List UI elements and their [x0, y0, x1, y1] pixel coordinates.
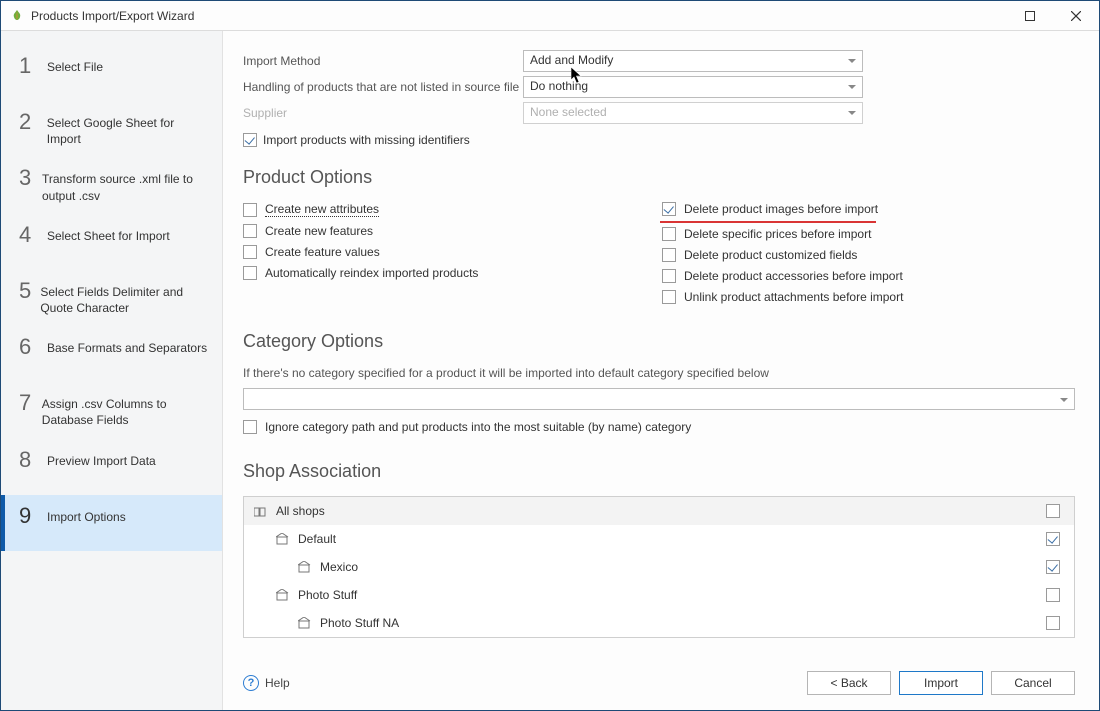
step-4[interactable]: 4 Select Sheet for Import — [1, 214, 222, 270]
cancel-button[interactable]: Cancel — [991, 671, 1075, 695]
checkbox-icon[interactable] — [243, 245, 257, 259]
step-8[interactable]: 8 Preview Import Data — [1, 439, 222, 495]
footer: ? Help < Back Import Cancel — [223, 656, 1099, 710]
default-category-dropdown[interactable] — [243, 388, 1075, 410]
checkbox-icon[interactable] — [1046, 560, 1060, 574]
import-missing-ids-option[interactable]: Import products with missing identifiers — [243, 133, 1075, 147]
back-button[interactable]: < Back — [807, 671, 891, 695]
app-icon — [9, 8, 25, 24]
shop-icon — [298, 561, 312, 573]
step-6[interactable]: 6 Base Formats and Separators — [1, 326, 222, 382]
product-options-header: Product Options — [243, 167, 1075, 188]
checkbox-icon[interactable] — [662, 227, 676, 241]
shop-group-icon — [254, 505, 268, 517]
highlight-underline — [660, 221, 876, 223]
shop-association-header: Shop Association — [243, 461, 1075, 482]
step-7[interactable]: 7 Assign .csv Columns to Database Fields — [1, 382, 222, 438]
shop-tree: All shops Default — [243, 496, 1075, 638]
shop-row-photo-na[interactable]: Photo Stuff NA — [244, 609, 1074, 637]
opt-auto-reindex[interactable]: Automatically reindex imported products — [243, 266, 656, 280]
checkbox-icon[interactable] — [243, 133, 257, 147]
shop-row-mexico[interactable]: Mexico — [244, 553, 1074, 581]
wizard-steps-sidebar: 1 Select File 2 Select Google Sheet for … — [1, 31, 223, 710]
main-panel: Import Method Add and Modify Handling of… — [223, 31, 1099, 710]
checkbox-icon[interactable] — [1046, 504, 1060, 518]
chevron-down-icon — [848, 59, 856, 63]
checkbox-icon[interactable] — [662, 290, 676, 304]
opt-create-feature-values[interactable]: Create feature values — [243, 245, 656, 259]
title-bar: Products Import/Export Wizard — [1, 1, 1099, 31]
checkbox-icon[interactable] — [1046, 532, 1060, 546]
maximize-button[interactable] — [1007, 1, 1053, 31]
import-method-label: Import Method — [243, 54, 523, 68]
opt-delete-images[interactable]: Delete product images before import — [662, 202, 1075, 216]
shop-row-all[interactable]: All shops — [244, 497, 1074, 525]
step-1[interactable]: 1 Select File — [1, 45, 222, 101]
close-button[interactable] — [1053, 1, 1099, 31]
shop-icon — [298, 617, 312, 629]
checkbox-icon[interactable] — [662, 269, 676, 283]
handling-label: Handling of products that are not listed… — [243, 80, 523, 94]
opt-delete-accessories[interactable]: Delete product accessories before import — [662, 269, 1075, 283]
chevron-down-icon — [848, 85, 856, 89]
checkbox-icon[interactable] — [1046, 588, 1060, 602]
step-5[interactable]: 5 Select Fields Delimiter and Quote Char… — [1, 270, 222, 326]
checkbox-icon[interactable] — [662, 248, 676, 262]
supplier-label: Supplier — [243, 106, 523, 120]
shop-icon — [276, 589, 290, 601]
shop-icon — [276, 533, 290, 545]
step-3[interactable]: 3 Transform source .xml file to output .… — [1, 157, 222, 213]
opt-create-new-features[interactable]: Create new features — [243, 224, 656, 238]
opt-ignore-category-path[interactable]: Ignore category path and put products in… — [243, 420, 1075, 434]
import-method-dropdown[interactable]: Add and Modify — [523, 50, 863, 72]
step-9[interactable]: 9 Import Options — [1, 495, 222, 551]
checkbox-icon[interactable] — [243, 224, 257, 238]
checkbox-icon[interactable] — [243, 420, 257, 434]
chevron-down-icon — [1060, 398, 1068, 402]
handling-dropdown[interactable]: Do nothing — [523, 76, 863, 98]
help-icon: ? — [243, 675, 259, 691]
opt-unlink-attachments[interactable]: Unlink product attachments before import — [662, 290, 1075, 304]
checkbox-icon[interactable] — [243, 266, 257, 280]
window-title: Products Import/Export Wizard — [31, 9, 1007, 23]
help-link[interactable]: ? Help — [243, 675, 290, 691]
import-button[interactable]: Import — [899, 671, 983, 695]
shop-row-default[interactable]: Default — [244, 525, 1074, 553]
checkbox-icon[interactable] — [243, 203, 257, 217]
category-options-header: Category Options — [243, 331, 1075, 352]
category-note: If there's no category specified for a p… — [243, 366, 1075, 380]
checkbox-icon[interactable] — [1046, 616, 1060, 630]
supplier-dropdown: None selected — [523, 102, 863, 124]
chevron-down-icon — [848, 111, 856, 115]
opt-create-new-attributes[interactable]: Create new attributes — [243, 202, 656, 217]
opt-delete-specific-prices[interactable]: Delete specific prices before import — [662, 227, 1075, 241]
step-2[interactable]: 2 Select Google Sheet for Import — [1, 101, 222, 157]
opt-delete-customized-fields[interactable]: Delete product customized fields — [662, 248, 1075, 262]
shop-row-photo[interactable]: Photo Stuff — [244, 581, 1074, 609]
checkbox-icon[interactable] — [662, 202, 676, 216]
